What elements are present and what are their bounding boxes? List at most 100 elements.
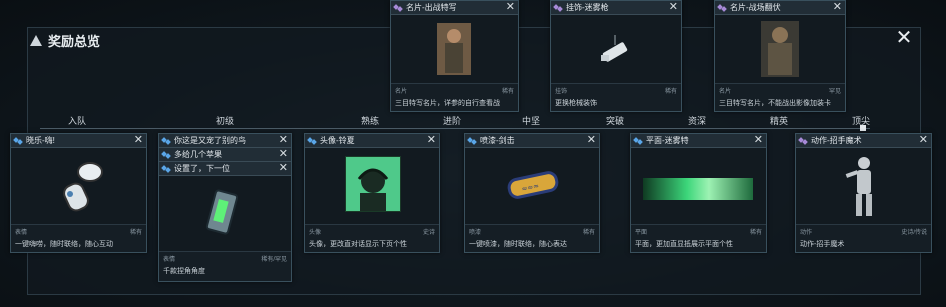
stage-label-6: 突破 xyxy=(606,116,625,126)
card-meta: 喷漆 稀有 xyxy=(465,225,599,237)
card-header-1: 你这是又宠了别的鸟 ✕ xyxy=(159,134,291,148)
card-header: 动作-招手魔术 ✕ xyxy=(796,134,931,148)
card-preview xyxy=(796,148,931,225)
close-icon[interactable]: ✕ xyxy=(833,1,842,13)
card-type: 喷漆 xyxy=(469,229,482,236)
close-icon[interactable]: ✕ xyxy=(587,134,596,146)
card-type: 平面 xyxy=(635,229,648,236)
card-header: 晓乐-嗨! ✕ xyxy=(11,134,146,148)
close-panel-button[interactable]: ✕ xyxy=(894,28,914,49)
card-meta: 名片 罕见 xyxy=(715,84,845,96)
card-type: 表情 xyxy=(15,229,28,236)
headphone-character-icon xyxy=(357,168,389,211)
card-header-3: 设置了，下一位 ✕ xyxy=(159,162,291,176)
reward-card-emote-action[interactable]: 动作-招手魔术 ✕ 动作 史诗/传说 动作-招手魔术 xyxy=(795,133,932,253)
close-icon[interactable]: ✕ xyxy=(279,134,288,146)
soldier-portrait-icon xyxy=(437,23,471,75)
card-preview xyxy=(715,15,845,84)
spray-badge-icon: ≈≈≈ xyxy=(507,171,559,199)
stage-label-7: 资深 xyxy=(688,116,707,126)
card-title: 设置了，下一位 xyxy=(174,164,230,173)
close-icon[interactable]: ✕ xyxy=(279,162,288,174)
card-desc: 平面，更加直显抵展示平面个性 xyxy=(635,241,733,248)
card-desc: 三目特写名片，详参的自行查看战 xyxy=(395,100,500,107)
card-desc: 千款捏角角度 xyxy=(163,268,205,275)
avatar-portrait xyxy=(345,156,401,212)
close-icon[interactable]: ✕ xyxy=(754,134,763,146)
rarity-diamond-icon xyxy=(308,137,317,145)
close-icon[interactable]: ✕ xyxy=(506,1,515,13)
card-rarity: 史诗/传说 xyxy=(901,229,927,236)
reward-card-namecard-2[interactable]: 名片-战场翻伏 ✕ 名片 罕见 三目特写名片，不能战出影像加装卡 xyxy=(714,0,846,112)
card-header: 平面-迷雾特 ✕ xyxy=(631,134,766,148)
banner-image xyxy=(643,178,753,200)
card-desc: 头像，更改直对话显示下页个性 xyxy=(309,241,407,248)
rarity-diamond-icon xyxy=(554,4,563,12)
reward-card-namecard-1[interactable]: 名片-出战特写 ✕ 名片 稀有 三目特写名片，详参的自行查看战 xyxy=(390,0,519,112)
rarity-diamond-icon xyxy=(162,137,171,145)
stage-label-9: 顶尖 xyxy=(852,116,871,126)
card-rarity: 史诗 xyxy=(422,229,435,236)
card-meta: 动作 史诗/传说 xyxy=(796,225,931,237)
card-preview xyxy=(305,148,439,225)
stage-label-8: 精英 xyxy=(770,116,789,126)
card-rarity: 稀有 xyxy=(582,229,595,236)
reward-card-emote-stack[interactable]: 你这是又宠了别的鸟 ✕ 多给几个苹果 ✕ 设置了，下一位 ✕ 表情 稀有/罕见 … xyxy=(158,133,292,282)
reward-card-charm[interactable]: 挂饰-迷雾枪 ✕ 挂饰 稀有 更换枪械装饰 xyxy=(550,0,682,112)
close-icon[interactable]: ✕ xyxy=(427,134,436,146)
card-desc: 一键喷漆，随时联络，随心表达 xyxy=(469,241,567,248)
progress-track xyxy=(40,128,870,129)
card-rarity: 稀有 xyxy=(129,229,142,236)
stage-label-5: 中坚 xyxy=(522,116,541,126)
close-icon[interactable]: ✕ xyxy=(919,134,928,146)
card-rarity: 稀有 xyxy=(664,88,677,95)
stage-label-1: 入队 xyxy=(68,116,87,126)
close-icon[interactable]: ✕ xyxy=(134,134,143,146)
card-rarity: 稀有 xyxy=(749,229,762,236)
card-rarity: 罕见 xyxy=(828,88,841,95)
card-title: 晓乐-嗨! xyxy=(26,136,55,145)
close-icon[interactable]: ✕ xyxy=(669,1,678,13)
card-title: 名片-出战特写 xyxy=(406,3,457,12)
card-header: 头像-铃夏 ✕ xyxy=(305,134,439,148)
reward-card-emote-hi[interactable]: 晓乐-嗨! ✕ 表情 稀有 一键嗨唠，随时联络，随心互动 xyxy=(10,133,147,253)
card-header: 喷漆-剑击 ✕ xyxy=(465,134,599,148)
reward-card-banner[interactable]: 平面-迷雾特 ✕ 平面 稀有 平面，更加直显抵展示平面个性 xyxy=(630,133,767,253)
panel-title: 奖励总览 xyxy=(48,33,101,49)
card-type: 头像 xyxy=(309,229,322,236)
card-desc: 动作-招手魔术 xyxy=(800,241,845,248)
card-title: 动作-招手魔术 xyxy=(811,136,862,145)
card-type: 动作 xyxy=(800,229,813,236)
panel-header: 奖励总览 xyxy=(30,30,100,50)
card-header: 名片-出战特写 ✕ xyxy=(391,1,518,15)
figure-statue-icon xyxy=(845,157,872,216)
card-title: 你这是又宠了别的鸟 xyxy=(174,136,246,145)
card-title: 喷漆-剑击 xyxy=(480,136,515,145)
card-title: 名片-战场翻伏 xyxy=(730,3,781,12)
card-meta: 表情 稀有 xyxy=(11,225,146,237)
card-desc: 一键嗨唠，随时联络，随心互动 xyxy=(15,241,113,248)
close-icon[interactable]: ✕ xyxy=(279,148,288,160)
rarity-diamond-icon xyxy=(162,165,171,173)
card-preview xyxy=(631,148,766,225)
rarity-diamond-icon xyxy=(14,137,23,145)
card-header-2: 多给几个苹果 ✕ xyxy=(159,148,291,162)
warning-triangle-icon xyxy=(30,34,42,46)
reward-card-avatar[interactable]: 头像-铃夏 ✕ 头像 史诗 头像，更改直对话显示下页个性 xyxy=(304,133,440,253)
card-preview xyxy=(391,15,518,84)
card-preview xyxy=(551,15,681,84)
card-rarity: 稀有/罕见 xyxy=(261,256,287,263)
rarity-diamond-icon xyxy=(634,137,643,145)
card-meta: 平面 稀有 xyxy=(631,225,766,237)
card-preview: ≈≈≈ xyxy=(465,148,599,225)
canister-icon xyxy=(205,189,239,235)
reward-card-spray[interactable]: 喷漆-剑击 ✕ ≈≈≈ 喷漆 稀有 一键喷漆，随时联络，随心表达 xyxy=(464,133,600,253)
card-title: 头像-铃夏 xyxy=(320,136,355,145)
rarity-diamond-icon xyxy=(799,137,808,145)
card-preview xyxy=(11,148,146,225)
card-rarity: 稀有 xyxy=(501,88,514,95)
card-meta: 挂饰 稀有 xyxy=(551,84,681,96)
stage-label-3: 熟练 xyxy=(361,116,380,126)
rarity-diamond-icon xyxy=(162,151,171,159)
card-type: 名片 xyxy=(395,88,408,95)
